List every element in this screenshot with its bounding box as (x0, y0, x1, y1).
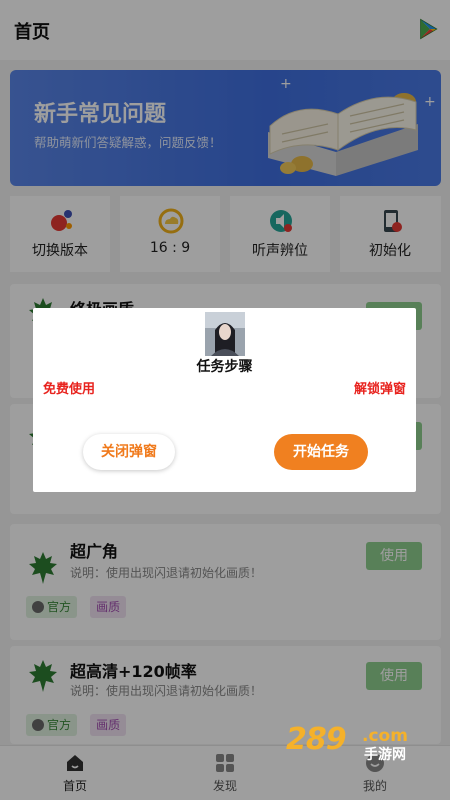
unlock-popup-link[interactable]: 解锁弹窗 (354, 378, 406, 397)
watermark-number: 289 (286, 722, 347, 757)
character-avatar (205, 312, 245, 356)
close-popup-button[interactable]: 关闭弹窗 (83, 434, 175, 470)
watermark-site: 手游网 (364, 747, 406, 763)
site-watermark: 289 .com 手游网 (286, 722, 436, 768)
free-use-link[interactable]: 免费使用 (43, 378, 95, 397)
task-dialog: 任务步骤 免费使用 解锁弹窗 关闭弹窗 开始任务 (33, 308, 416, 492)
dialog-title: 任务步骤 (196, 359, 253, 375)
watermark-domain: .com (362, 726, 408, 746)
start-task-button[interactable]: 开始任务 (274, 434, 368, 470)
